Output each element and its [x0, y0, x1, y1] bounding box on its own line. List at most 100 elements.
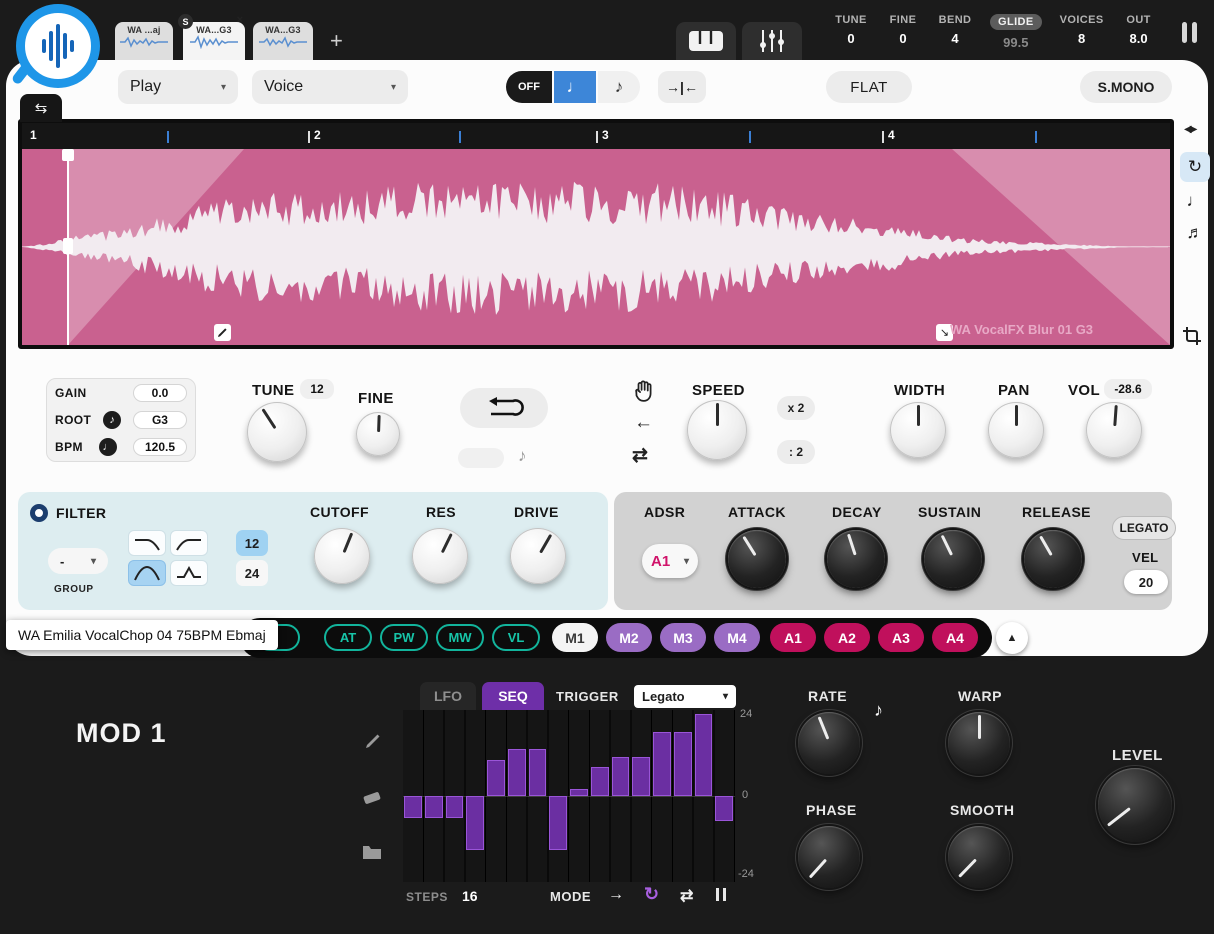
res-knob[interactable]: [412, 528, 468, 584]
seq-step[interactable]: [653, 732, 671, 797]
speed-div2-button[interactable]: : 2: [777, 440, 815, 464]
param-voices[interactable]: VOICES 8: [1060, 14, 1104, 46]
mod-m3-button[interactable]: M3: [660, 623, 706, 652]
seq-step[interactable]: [446, 796, 464, 818]
cutoff-knob[interactable]: [314, 528, 370, 584]
mode-pingpong-icon[interactable]: ⇄: [680, 886, 693, 906]
close-tab-icon[interactable]: ×: [237, 15, 243, 26]
mode-loop-icon[interactable]: ↻: [644, 884, 659, 905]
filter-slope-24-button[interactable]: 24: [236, 560, 268, 586]
speed-x2-button[interactable]: x 2: [777, 396, 815, 420]
mode-hold-icon[interactable]: [716, 888, 726, 901]
fine-knob[interactable]: [356, 412, 400, 456]
metronome-icon[interactable]: ♩: [99, 438, 117, 456]
bpm-value[interactable]: 120.5: [133, 438, 187, 456]
loop-follow-icon[interactable]: ↻: [1180, 152, 1210, 182]
loop-toggle-button[interactable]: [460, 388, 548, 428]
mod-source-pw[interactable]: PW: [380, 624, 428, 651]
split-view-icon[interactable]: ◀▶: [1184, 124, 1195, 135]
collapse-panel-button[interactable]: ▲: [996, 622, 1028, 654]
seq-step[interactable]: [570, 789, 588, 796]
loop-length-pill[interactable]: [458, 448, 504, 468]
folder-icon[interactable]: [362, 844, 382, 865]
mod-source-mw[interactable]: MW: [436, 624, 484, 651]
shuffle-icon[interactable]: ⇄: [632, 444, 648, 467]
rate-sync-note-icon[interactable]: ♪: [874, 700, 883, 721]
filter-lowpass-button[interactable]: [128, 530, 166, 556]
root-value[interactable]: G3: [133, 411, 187, 429]
steps-value[interactable]: 16: [462, 888, 478, 904]
seq-step[interactable]: [549, 796, 567, 850]
filter-slope-12-button[interactable]: 12: [236, 530, 268, 556]
waveform-ruler[interactable]: 1 2 3 4: [22, 123, 1170, 149]
legato-button[interactable]: LEGATO: [1112, 516, 1176, 540]
warp-knob[interactable]: [948, 712, 1010, 774]
vol-value[interactable]: -28.6: [1104, 379, 1152, 399]
filter-group-dropdown[interactable]: - ▾: [48, 548, 108, 574]
level-knob[interactable]: [1098, 768, 1172, 842]
step-sequencer[interactable]: [403, 710, 735, 882]
filter-peak-button[interactable]: [170, 560, 208, 586]
sustain-knob[interactable]: [924, 530, 982, 588]
adsr-preset-dropdown[interactable]: A1 ▾: [642, 544, 698, 578]
param-out[interactable]: OUT 8.0: [1122, 14, 1156, 46]
filter-highpass-button[interactable]: [170, 530, 208, 556]
sync-dotted-note-button[interactable]: ♪: [598, 71, 640, 103]
param-fine[interactable]: FINE 0: [886, 14, 920, 46]
mod-a2-button[interactable]: A2: [824, 623, 870, 652]
param-tune[interactable]: TUNE 0: [834, 14, 868, 46]
tab-keyboard[interactable]: [676, 22, 736, 60]
seq-step[interactable]: [612, 757, 630, 796]
reverse-icon[interactable]: ←: [634, 412, 653, 434]
play-mode-dropdown[interactable]: Play ▾: [118, 70, 238, 104]
drive-knob[interactable]: [510, 528, 566, 584]
filter-bandpass-button[interactable]: [128, 560, 166, 586]
param-bend[interactable]: BEND 4: [938, 14, 972, 46]
hand-tool-icon[interactable]: [634, 380, 654, 407]
loop-start-handle[interactable]: [62, 149, 74, 161]
phase-knob[interactable]: [798, 826, 860, 888]
solo-badge[interactable]: S: [178, 14, 193, 29]
tune-knob[interactable]: [247, 402, 307, 462]
vol-knob[interactable]: [1086, 402, 1142, 458]
width-knob[interactable]: [890, 402, 946, 458]
sample-tab-1[interactable]: WA ...aj: [115, 22, 173, 60]
smono-button[interactable]: S.MONO: [1080, 71, 1172, 103]
erase-tool-icon[interactable]: [362, 788, 382, 811]
gain-value[interactable]: 0.0: [133, 384, 187, 402]
smooth-knob[interactable]: [948, 826, 1010, 888]
draw-tool-icon[interactable]: [364, 732, 382, 755]
sample-tab-2[interactable]: S × WA...G3: [183, 22, 245, 60]
seq-step[interactable]: [425, 796, 443, 818]
filter-enable-toggle[interactable]: [30, 504, 48, 522]
seq-step[interactable]: [466, 796, 484, 850]
flat-button[interactable]: FLAT: [826, 71, 912, 103]
attack-knob[interactable]: [728, 530, 786, 588]
note-sync-icon[interactable]: ♩: [1180, 186, 1210, 216]
tab-lfo[interactable]: LFO: [420, 682, 476, 710]
pan-knob[interactable]: [988, 402, 1044, 458]
voice-mode-dropdown[interactable]: Voice ▾: [252, 70, 408, 104]
trigger-dropdown[interactable]: Legato ▾: [634, 685, 736, 708]
mod-m4-button[interactable]: M4: [714, 623, 760, 652]
decay-knob[interactable]: [827, 530, 885, 588]
add-sample-button[interactable]: +: [330, 28, 343, 54]
mod-source-vl[interactable]: VL: [492, 624, 540, 651]
seq-step[interactable]: [674, 732, 692, 797]
seq-step[interactable]: [632, 757, 650, 796]
sync-note-button[interactable]: ♩: [554, 71, 596, 103]
release-knob[interactable]: [1024, 530, 1082, 588]
mod-a1-button[interactable]: A1: [770, 623, 816, 652]
mod-a4-button[interactable]: A4: [932, 623, 978, 652]
crop-icon[interactable]: [1182, 326, 1202, 351]
vel-value[interactable]: 20: [1124, 570, 1168, 594]
loop-mode-tab[interactable]: ⇆: [20, 94, 62, 122]
sample-tab-3[interactable]: WA...G3: [253, 22, 313, 60]
seq-step[interactable]: [404, 796, 422, 818]
speed-knob[interactable]: [687, 400, 747, 460]
loop-start-mid-handle[interactable]: [63, 238, 73, 254]
mod-m2-button[interactable]: M2: [606, 623, 652, 652]
clef-icon[interactable]: ♪: [103, 411, 121, 429]
mod-m1-button[interactable]: M1: [552, 623, 598, 652]
tab-mixer[interactable]: [742, 22, 802, 60]
